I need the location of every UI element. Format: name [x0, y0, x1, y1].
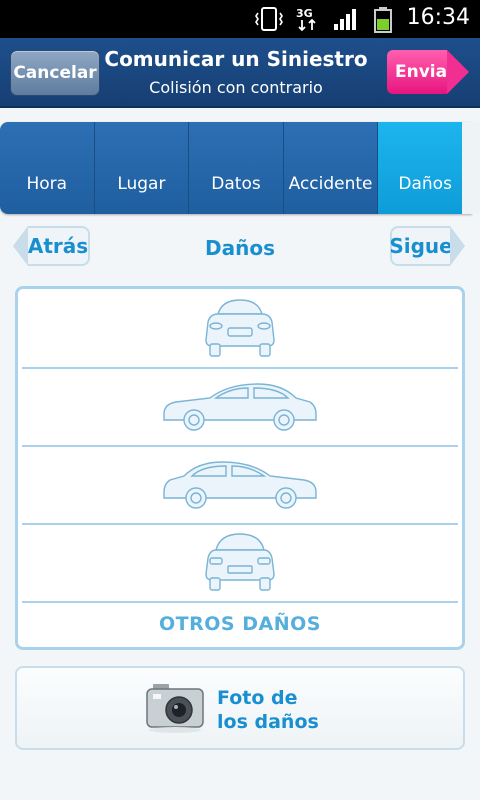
car-rear-icon: [205, 533, 275, 591]
tab-accidente[interactable]: Accidente: [283, 122, 379, 214]
page-subtitle: Colisión con contrario: [149, 78, 323, 97]
tab-hora[interactable]: Hora: [0, 122, 95, 214]
data-3g-icon: 3G: [296, 7, 316, 32]
photo-damages-button[interactable]: Foto de los daños: [15, 666, 465, 750]
next-button[interactable]: Sigue: [389, 226, 465, 266]
svg-text:3G: 3G: [296, 7, 313, 20]
cancel-button[interactable]: Cancelar: [10, 50, 100, 96]
signal-icon: [334, 9, 356, 30]
damage-right-side-row[interactable]: [22, 445, 458, 525]
car-front-icon: [205, 299, 275, 357]
battery-icon: [374, 7, 392, 33]
section-title: Daños: [205, 236, 275, 260]
damage-selector: OTROS DAÑOS: [15, 286, 465, 650]
send-button[interactable]: Enviar: [387, 50, 469, 94]
section-nav: Atrás Daños Sigue: [0, 216, 480, 274]
car-side-right-icon: [163, 461, 317, 509]
car-side-left-icon: [163, 383, 317, 431]
photo-label-line2: los daños: [217, 711, 319, 733]
back-button[interactable]: Atrás: [13, 226, 90, 266]
step-tabs: Hora Lugar Datos Accidente Daños: [0, 122, 472, 214]
page-title: Comunicar un Siniestro: [104, 47, 368, 71]
tab-danos[interactable]: Daños: [378, 122, 472, 214]
damage-left-side-row[interactable]: [22, 367, 458, 447]
photo-label-line1: Foto de: [217, 687, 298, 709]
damage-rear-row[interactable]: [22, 523, 458, 603]
tab-datos[interactable]: Datos: [189, 122, 284, 214]
damage-front-row[interactable]: [22, 289, 458, 369]
tab-lugar[interactable]: Lugar: [94, 122, 190, 214]
status-bar: 3G 16:34: [0, 0, 480, 38]
header-bar: Cancelar Comunicar un Siniestro Colisión…: [0, 38, 480, 108]
vibrate-icon: [255, 7, 283, 31]
other-damages-button[interactable]: OTROS DAÑOS: [22, 602, 458, 646]
camera-icon: [146, 684, 204, 733]
clock: 16:34: [406, 5, 470, 30]
photo-damages-label: Foto de los daños: [217, 686, 319, 734]
tabs-edge: [462, 122, 480, 214]
